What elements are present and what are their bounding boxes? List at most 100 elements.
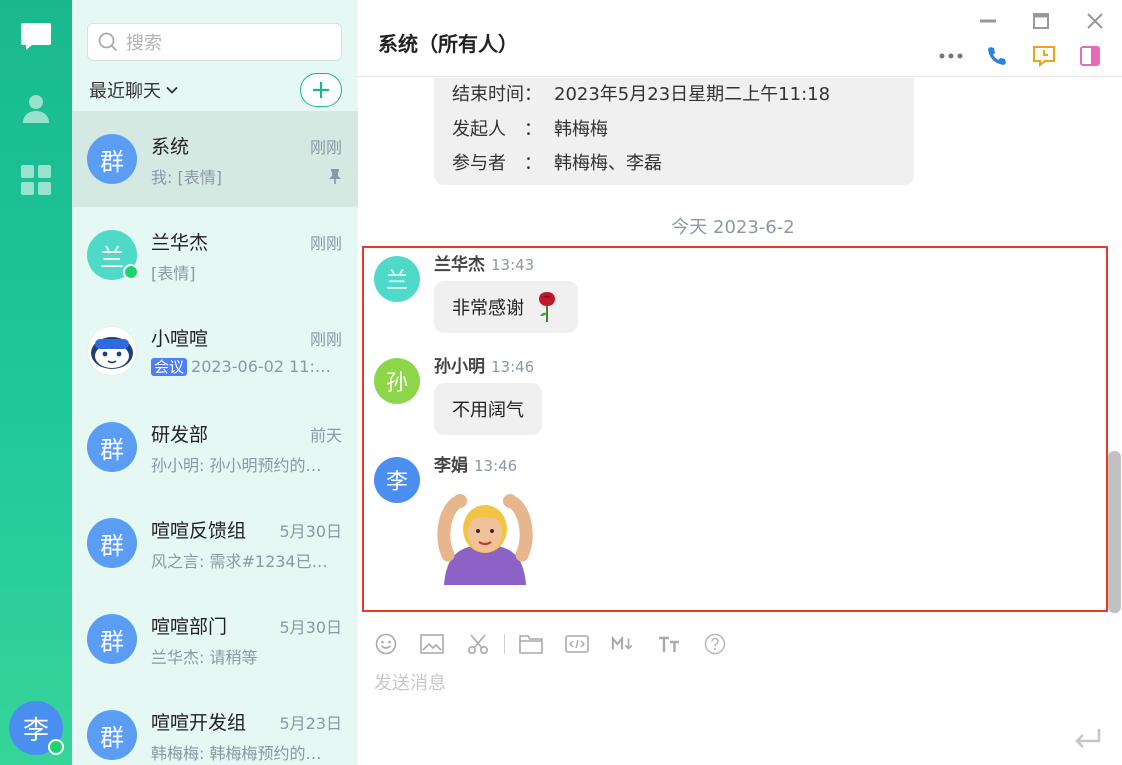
font-size-button[interactable] — [657, 632, 681, 656]
screenshot-button[interactable] — [466, 632, 490, 656]
message-bubble[interactable]: 不用阔气 — [434, 383, 542, 435]
code-icon — [565, 635, 589, 653]
minimize-button[interactable] — [974, 8, 1002, 34]
file-button[interactable] — [519, 632, 543, 656]
user-avatar-text: 李 — [22, 715, 49, 746]
meeting-tag: 会议 — [151, 358, 188, 376]
conversation-name: 喧喧开发组 — [151, 712, 247, 734]
conversation-list: 搜索 最近聊天 + 群 系统 刚刚 我: [表情] 兰 兰华杰 刚刚 [表情] … — [72, 0, 358, 765]
user-avatar[interactable]: 李 — [9, 701, 64, 755]
conversation-item[interactable]: 兰 兰华杰 刚刚 [表情] — [72, 207, 358, 303]
conversation-item[interactable]: 群 喧喧开发组 5月23日 韩梅梅: 韩梅梅预约的… — [72, 687, 358, 765]
more-button[interactable] — [937, 42, 965, 70]
conversation-name: 喧喧部门 — [151, 616, 228, 638]
conversation-name: 系统 — [151, 136, 190, 158]
folder-icon — [519, 635, 543, 654]
text-size-icon — [659, 636, 679, 652]
online-status-dot — [123, 264, 139, 280]
message-input[interactable] — [374, 668, 1104, 698]
conversation-item[interactable]: 小喧喧 刚刚 会议 2023-06-02 11:… — [72, 303, 358, 399]
add-chat-button[interactable]: + — [300, 73, 342, 107]
call-button[interactable] — [983, 42, 1011, 70]
toolbar-divider — [504, 634, 505, 654]
apps-icon[interactable] — [18, 162, 54, 198]
sender-name: 李娟 — [434, 456, 468, 476]
end-time-row: 结束时间： 2023年5月23日星期二上午11:18 — [452, 84, 831, 105]
sender-avatar[interactable]: 兰 — [374, 256, 420, 302]
sidebar-toggle-button[interactable] — [1076, 42, 1104, 70]
maximize-button[interactable] — [1027, 8, 1055, 34]
group-avatar: 群 — [87, 614, 137, 664]
chat-title: 系统（所有人） — [378, 32, 518, 56]
chevron-down-icon — [166, 86, 178, 94]
panel-icon — [1080, 46, 1100, 66]
app-rail: 李 — [0, 0, 72, 765]
conversation-time: 5月30日 — [279, 522, 342, 541]
pin-icon — [329, 169, 341, 184]
clock-message-icon — [1033, 46, 1055, 68]
search-input[interactable]: 搜索 — [126, 29, 162, 55]
plus-icon: + — [310, 75, 332, 105]
woman-gesturing-ok-sticker[interactable] — [434, 485, 536, 587]
help-button[interactable] — [703, 632, 727, 656]
minimize-icon — [980, 19, 996, 23]
message-text: 非常感谢 — [452, 298, 524, 319]
sender-avatar[interactable]: 孙 — [374, 358, 420, 404]
conversation-preview: 孙小明: 孙小明预约的… — [151, 456, 322, 475]
group-avatar: 群 — [87, 422, 137, 472]
maximize-icon — [1033, 13, 1049, 29]
system-message-card: 结束时间： 2023年5月23日星期二上午11:18 发起人 ：韩梅梅 参与者 ：… — [434, 78, 914, 185]
search-box[interactable]: 搜索 — [87, 23, 342, 61]
chat-icon[interactable] — [18, 18, 54, 54]
contacts-icon[interactable] — [18, 90, 54, 126]
message-bubble[interactable]: 非常感谢 — [434, 281, 578, 333]
image-button[interactable] — [420, 632, 444, 656]
phone-icon — [988, 47, 1006, 65]
search-icon — [98, 32, 118, 52]
conversation-item[interactable]: 群 喧喧部门 5月30日 兰华杰: 请稍等 — [72, 591, 358, 687]
message-meta: 兰华杰 13:43 — [434, 250, 534, 275]
sender-avatar[interactable]: 李 — [374, 457, 420, 503]
emoji-button[interactable] — [374, 632, 398, 656]
smiley-icon — [375, 633, 397, 655]
chat-header: 系统（所有人） — [358, 0, 1122, 77]
bot-avatar — [87, 326, 137, 376]
message-time: 13:46 — [491, 358, 535, 376]
conversation-time: 刚刚 — [309, 234, 342, 253]
conversation-time: 刚刚 — [309, 138, 342, 157]
conversation-time: 5月30日 — [279, 618, 342, 637]
send-button[interactable] — [1070, 724, 1104, 754]
conversation-item[interactable]: 群 研发部 前天 孙小明: 孙小明预约的… — [72, 399, 358, 495]
rose-emoji — [539, 292, 555, 322]
sender-name: 孙小明 — [434, 357, 485, 377]
conversation-item[interactable]: 群 系统 刚刚 我: [表情] — [72, 111, 358, 207]
markdown-button[interactable] — [611, 632, 635, 656]
scissors-icon — [467, 634, 489, 655]
scrollbar-thumb[interactable] — [1108, 451, 1121, 613]
close-icon — [1087, 13, 1103, 29]
initiator-row: 发起人 ：韩梅梅 — [452, 119, 608, 140]
recent-chats-dropdown[interactable]: 最近聊天 — [89, 77, 179, 103]
conversation-time: 刚刚 — [309, 330, 342, 349]
markdown-icon — [611, 635, 633, 650]
more-icon — [939, 53, 963, 59]
conversation-preview: 风之言: 需求#1234已… — [151, 552, 328, 571]
conversation-item[interactable]: 群 喧喧反馈组 5月30日 风之言: 需求#1234已… — [72, 495, 358, 591]
code-button[interactable] — [565, 632, 589, 656]
robot-face-icon — [91, 337, 133, 369]
sender-name: 兰华杰 — [434, 255, 485, 275]
enter-icon — [1075, 729, 1101, 748]
group-avatar: 群 — [87, 710, 137, 760]
conversation-time: 前天 — [309, 426, 342, 445]
conversation-preview: [表情] — [151, 264, 196, 283]
message-list: 结束时间： 2023年5月23日星期二上午11:18 发起人 ：韩梅梅 参与者 ：… — [358, 78, 1122, 618]
online-status-dot — [48, 739, 64, 755]
conversation-preview: 兰华杰: 请稍等 — [151, 648, 258, 667]
image-icon — [420, 634, 444, 654]
meeting-button[interactable] — [1030, 42, 1058, 70]
contact-avatar: 兰 — [87, 230, 139, 280]
message-time: 13:43 — [491, 256, 535, 274]
close-button[interactable] — [1081, 8, 1109, 34]
group-avatar: 群 — [87, 134, 137, 184]
chat-panel: 系统（所有人） 结束时间： 2023年5月23日星期二上午11:18 发起人 ：韩… — [358, 0, 1122, 765]
